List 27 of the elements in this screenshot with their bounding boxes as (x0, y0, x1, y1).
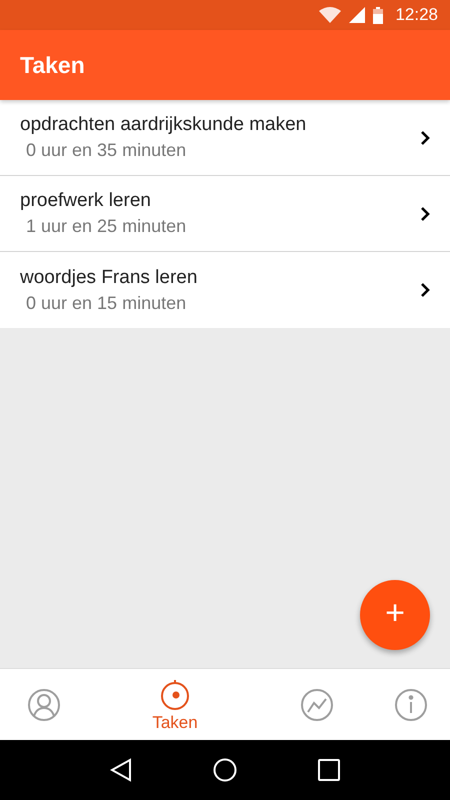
task-name: proefwerk leren (20, 190, 152, 212)
task-name: woordjes Frans leren (20, 266, 198, 288)
info-icon (394, 688, 428, 722)
nav-tab[interactable] (394, 688, 428, 722)
chart-icon (300, 688, 334, 722)
profile-icon (27, 688, 61, 722)
task-row[interactable]: woordjes Frans leren 0 uur en 15 minuten (0, 252, 450, 328)
nav-tab[interactable] (27, 688, 61, 722)
signal-icon (349, 7, 366, 23)
chevron-icon (420, 130, 430, 146)
task-duration: 1 uur en 25 minuten (25, 216, 188, 237)
wifi-icon (319, 7, 342, 23)
battery-icon (373, 6, 384, 24)
recents-button[interactable] (318, 759, 340, 781)
nav-tab[interactable]: Taken (152, 676, 198, 732)
task-row[interactable]: proefwerk leren 1 uur en 25 minuten (0, 176, 450, 252)
app-title: Taken (20, 52, 85, 78)
task-duration: 0 uur en 15 minuten (25, 292, 188, 314)
task-duration: 0 uur en 35 minuten (25, 140, 188, 161)
chevron-icon (420, 282, 430, 298)
task-row[interactable]: opdrachten aardrijkskunde maken 0 uur en 35 minuten (0, 100, 450, 176)
chevron-icon (420, 206, 430, 222)
task-name: opdrachten aardrijkskunde maken (20, 114, 308, 136)
nav-tab[interactable] (300, 688, 334, 722)
back-button[interactable] (110, 758, 132, 782)
home-button[interactable] (212, 758, 237, 782)
status-time: 12:28 (395, 5, 438, 25)
